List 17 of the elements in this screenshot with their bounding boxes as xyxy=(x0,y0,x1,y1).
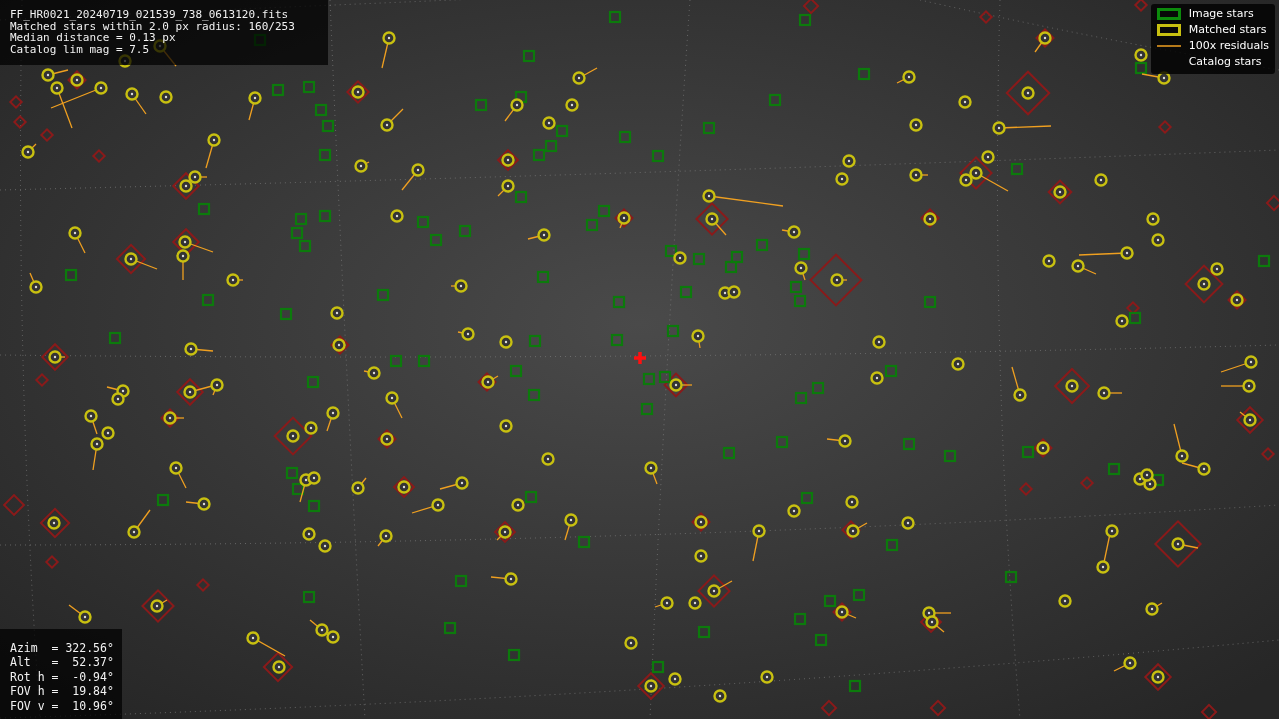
line-icon xyxy=(1156,44,1181,48)
info-text: Catalog lim mag = 7.5 xyxy=(10,43,151,55)
legend-label: Catalog stars xyxy=(1188,55,1263,69)
info-text: Matched stars within 2.0 px radius: 160/253 xyxy=(10,20,296,32)
pointing-text: Alt = 52.37° xyxy=(10,655,115,670)
legend-label: Matched stars xyxy=(1188,23,1268,37)
pointing-text: FOV h = 19.84° xyxy=(10,684,115,699)
pointing-text: Azim = 322.56° xyxy=(10,640,115,655)
pointing-text: FOV v = 10.96° xyxy=(10,698,115,713)
pointing-text: Rot h = -0.94° xyxy=(10,669,115,684)
square-icon xyxy=(1156,8,1181,20)
rectangle-icon xyxy=(1156,24,1181,36)
info-text: Median distance = 0.13 px xyxy=(10,32,176,44)
legend-label: 100x residuals xyxy=(1188,39,1269,53)
info-text: FF_HR0021_20240719_021539_738_0613120.fits xyxy=(10,9,290,21)
crosshair-icon xyxy=(632,350,648,366)
legend-label: Image stars xyxy=(1188,7,1255,21)
